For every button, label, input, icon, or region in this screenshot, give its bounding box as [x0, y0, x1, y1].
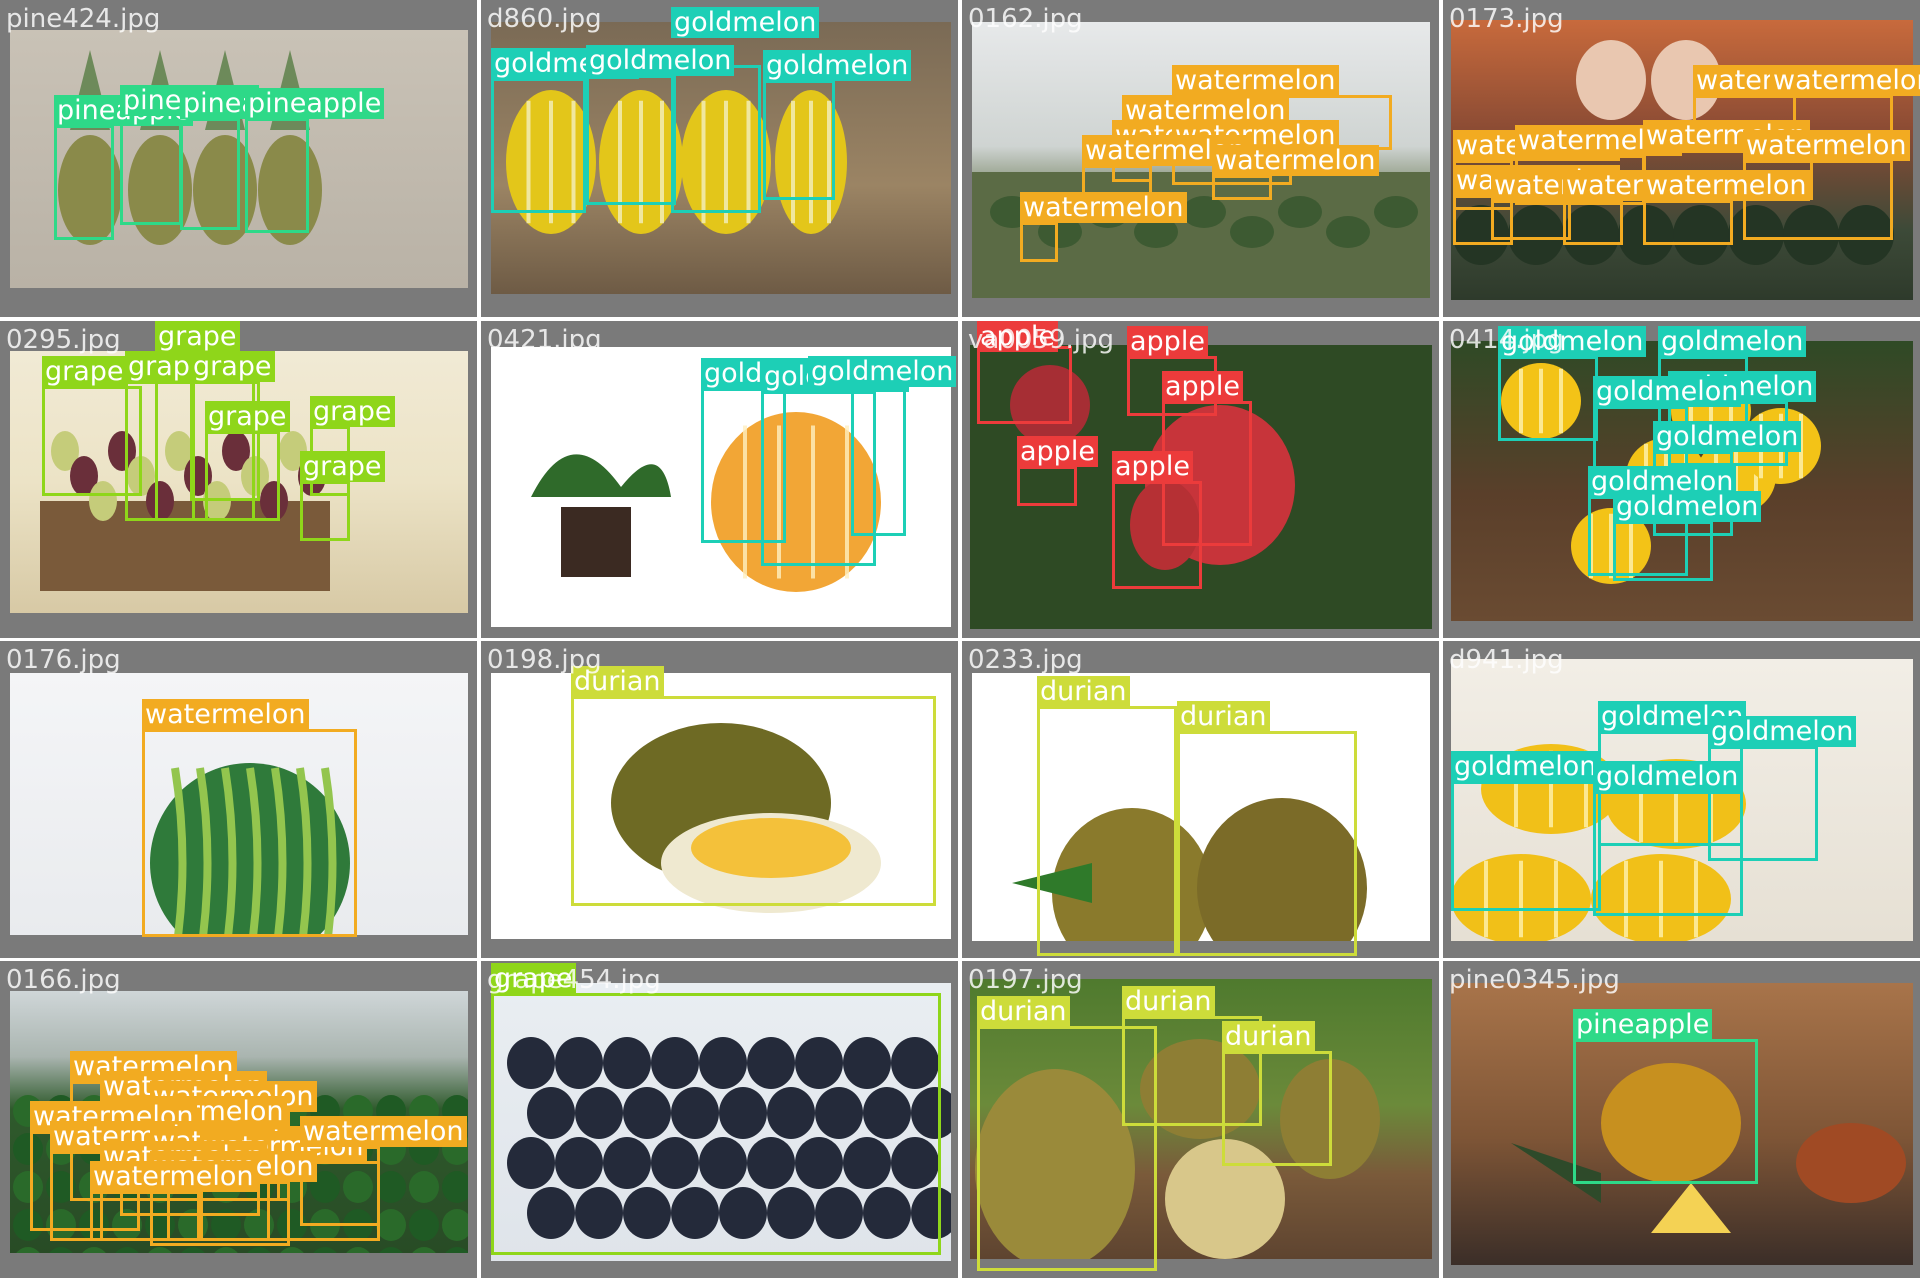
label-durian: durian: [1222, 1021, 1315, 1052]
image-tile: 0198.jpg durian: [481, 641, 958, 958]
image-filename: 0197.jpg: [968, 965, 1083, 995]
photo: [10, 30, 468, 288]
image-tile: 0173.jpg watermelon watermelon watermelon wa…: [1443, 0, 1920, 317]
image-filename: 0295.jpg: [6, 325, 121, 355]
label-goldmelon: goldmelon: [1613, 491, 1762, 522]
label-durian: durian: [977, 996, 1070, 1027]
image-tile: 0295.jpg grape grape grape grape grape grape gr…: [0, 321, 477, 638]
image-filename: 0176.jpg: [6, 645, 121, 675]
label-grape: grape: [300, 451, 385, 482]
label-watermelon: watermelon: [1770, 65, 1920, 96]
image-filename: pine424.jpg: [6, 4, 161, 34]
image-filename: 0233.jpg: [968, 645, 1083, 675]
label-goldmelon: goldmelon: [671, 7, 820, 38]
image-tile: 0197.jpg durian durian durian: [962, 961, 1439, 1278]
image-tile: 0176.jpg watermelon: [0, 641, 477, 958]
image-tile: grape454.jpg grape: [481, 961, 958, 1278]
label-durian: durian: [1037, 676, 1130, 707]
image-tile: 0233.jpg durian durian: [962, 641, 1439, 958]
label-durian: durian: [1177, 701, 1270, 732]
label-watermelon: watermelon: [1172, 65, 1339, 96]
label-watermelon: watermelon: [1020, 192, 1187, 223]
label-goldmelon: goldmelon: [1593, 376, 1742, 407]
label-watermelon: watermelon: [142, 699, 309, 730]
image-filename: grape454.jpg: [487, 965, 661, 995]
image-tile: d860.jpg goldmelon goldmelon goldmelon goldm…: [481, 0, 958, 317]
label-goldmelon: goldmelon: [586, 45, 735, 76]
image-filename: pine0345.jpg: [1449, 965, 1620, 995]
image-tile: d941.jpg goldmelon goldmelon goldmelon goldm…: [1443, 641, 1920, 958]
label-goldmelon: goldmelon: [1658, 326, 1807, 357]
label-goldmelon: goldmelon: [763, 50, 912, 81]
label-watermelon: watermelon: [90, 1161, 257, 1192]
label-pineapple: pineapple: [245, 88, 385, 119]
image-filename: d860.jpg: [487, 4, 602, 34]
label-grape: grape: [155, 321, 240, 352]
image-tile: 0414.jpg goldmelon goldmelon goldmelon goldm…: [1443, 321, 1920, 638]
label-watermelon: watermelon: [1743, 130, 1910, 161]
label-goldmelon: goldmelon: [1451, 751, 1600, 782]
detection-mosaic: pine424.jpgpineapplepineapplepineapplepi…: [0, 0, 1920, 1280]
label-grape: grape: [205, 401, 290, 432]
label-pineapple: pineapple: [1573, 1009, 1713, 1040]
label-apple: apple: [1112, 451, 1193, 482]
label-durian: durian: [1122, 986, 1215, 1017]
label-watermelon: watermelon: [1212, 145, 1379, 176]
label-apple: apple: [1127, 326, 1208, 357]
label-watermelon: watermelon: [1643, 170, 1810, 201]
photo: [491, 673, 951, 939]
photo: [10, 351, 468, 613]
image-tile: 0421.jpggoldmelongoldmelongoldmelon: [481, 321, 958, 638]
label-goldmelon: goldmelon: [1708, 716, 1857, 747]
image-filename: 0173.jpg: [1449, 4, 1564, 34]
label-apple: apple: [1162, 371, 1243, 402]
image-tile: 0162.jpg watermelon watermelon watermelon wa…: [962, 0, 1439, 317]
label-goldmelon: goldmelon: [1653, 421, 1802, 452]
label-watermelon: watermelon: [300, 1116, 467, 1147]
label-goldmelon: goldmelon: [808, 356, 957, 387]
label-grape: grape: [310, 396, 395, 427]
label-apple: apple: [1017, 436, 1098, 467]
image-tile: va0059.jpg apple apple apple apple apple: [962, 321, 1439, 638]
photo-scene: [507, 1037, 951, 1239]
image-filename: 0414.jpg: [1449, 325, 1564, 355]
image-tile: pine424.jpgpineapplepineapplepineapplepi…: [0, 0, 477, 317]
photo-scene: [40, 431, 330, 591]
image-filename: 0198.jpg: [487, 645, 602, 675]
photo-scene: [611, 723, 881, 913]
image-filename: va0059.jpg: [968, 325, 1114, 355]
label-goldmelon: goldmelon: [1593, 761, 1742, 792]
image-filename: d941.jpg: [1449, 645, 1564, 675]
image-filename: 0166.jpg: [6, 965, 121, 995]
photo-scene: [58, 50, 322, 245]
label-grape: grape: [42, 356, 127, 387]
image-filename: 0421.jpg: [487, 325, 602, 355]
image-tile: pine0345.jpg pineapple: [1443, 961, 1920, 1278]
image-filename: 0162.jpg: [968, 4, 1083, 34]
image-tile: 0166.jpg watermelon watermelon watermelon wa…: [0, 961, 477, 1278]
photo: [491, 983, 951, 1261]
label-grape: grape: [190, 351, 275, 382]
